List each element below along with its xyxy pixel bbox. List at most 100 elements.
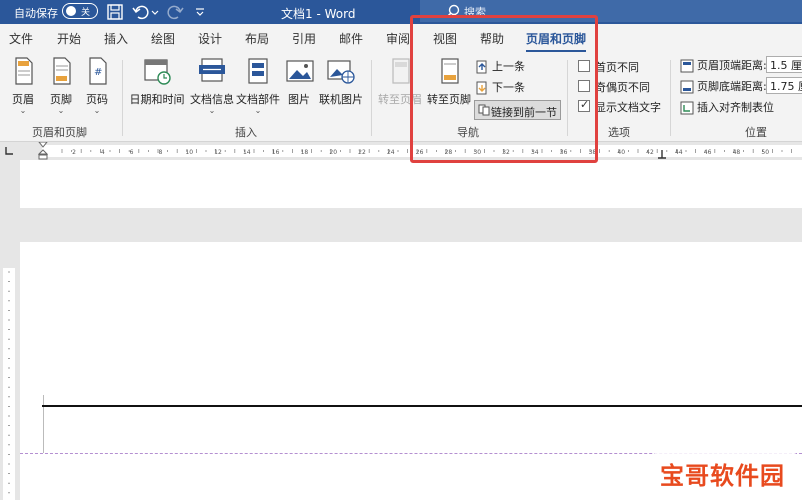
first-page-label: 首页不同 xyxy=(595,61,639,74)
document-title: 文档1 - Word xyxy=(281,7,356,21)
header-distance-row: 页眉顶端距离: xyxy=(680,57,767,75)
undo-dropdown-icon[interactable] xyxy=(150,3,160,21)
ruler-number: 6 xyxy=(130,149,134,156)
show-document-text-label: 显示文档文字 xyxy=(595,101,661,114)
document-info-icon xyxy=(199,58,225,82)
document-info-button[interactable]: 文档信息 ⌄ xyxy=(189,56,235,118)
ruler-number: 20 xyxy=(329,149,337,156)
ruler-number: 46 xyxy=(704,149,712,156)
group-label-insert: 插入 xyxy=(235,126,257,139)
header-icon xyxy=(15,57,33,85)
autosave-state: 关 xyxy=(81,8,91,18)
footer-button[interactable]: 页脚 ⌄ xyxy=(44,56,78,118)
group-label-position: 位置 xyxy=(745,126,767,139)
online-picture-icon xyxy=(327,60,355,84)
horizontal-ruler[interactable]: 2 4 6 8 10 12 14 16 18 20 22 24 26 28 30 32 34 36 38 40 42 44… xyxy=(0,142,802,160)
picture-label: 图片 xyxy=(288,93,310,106)
center-tab-stop-icon[interactable] xyxy=(657,149,667,159)
tab-layout[interactable]: 布局 xyxy=(245,30,269,47)
ruler-number: 22 xyxy=(358,149,366,156)
vertical-ruler[interactable] xyxy=(0,240,18,500)
toggle-knob xyxy=(66,6,76,16)
tab-references[interactable]: 引用 xyxy=(292,30,316,47)
vertical-ruler-ticks xyxy=(8,271,10,494)
footer-border-line xyxy=(42,405,802,407)
page-number-icon: # xyxy=(89,57,107,85)
footer-distance-input[interactable]: 1.75 厘米 xyxy=(766,77,802,94)
ruler-number: 16 xyxy=(272,149,280,156)
tab-mailings[interactable]: 邮件 xyxy=(339,30,363,47)
insert-alignment-tab-label: 插入对齐制表位 xyxy=(697,101,774,114)
redo-icon[interactable] xyxy=(166,3,184,21)
date-time-label: 日期和时间 xyxy=(129,93,185,106)
online-picture-label: 联机图片 xyxy=(319,93,363,106)
chevron-down-icon: ⌄ xyxy=(19,106,27,115)
chevron-down-icon: ⌄ xyxy=(208,106,216,115)
previous-page xyxy=(20,160,802,208)
ruler-number: 44 xyxy=(675,149,683,156)
footer-label: 页脚 xyxy=(50,93,72,106)
margin-guide xyxy=(43,395,44,453)
chevron-down-icon: ⌄ xyxy=(57,106,65,115)
quick-parts-label: 文档部件 xyxy=(236,93,280,106)
footer-distance-icon xyxy=(680,80,694,94)
save-icon[interactable] xyxy=(106,3,124,21)
ruler-number: 40 xyxy=(617,149,625,156)
footer-distance-row: 页脚底端距离: xyxy=(680,78,767,96)
ruler-number: 50 xyxy=(761,149,769,156)
picture-button[interactable]: 图片 xyxy=(284,56,314,118)
group-label-header-footer: 页眉和页脚 xyxy=(32,126,87,139)
odd-even-label: 奇偶页不同 xyxy=(595,81,650,94)
date-time-button[interactable]: 日期和时间 xyxy=(128,56,186,118)
ruler-number: 12 xyxy=(214,149,222,156)
header-button[interactable]: 页眉 ⌄ xyxy=(6,56,40,118)
calendar-clock-icon xyxy=(144,59,171,85)
ruler-number: 8 xyxy=(158,149,162,156)
tab-design[interactable]: 设计 xyxy=(198,30,222,47)
online-picture-button[interactable]: 联机图片 xyxy=(318,56,364,118)
ruler-number: 4 xyxy=(101,149,105,156)
svg-text:#: # xyxy=(94,67,102,78)
site-watermark: 宝哥软件园 xyxy=(654,452,796,490)
alignment-tab-icon xyxy=(680,101,694,115)
ribbon-tabs: 文件 开始 插入 绘图 设计 布局 引用 邮件 审阅 视图 帮助 页眉和页脚 xyxy=(0,24,802,53)
page-number-label: 页码 xyxy=(86,93,108,106)
header-distance-input[interactable]: 1.5 厘米 xyxy=(766,56,802,73)
header-distance-label: 页眉顶端距离: xyxy=(697,59,767,72)
picture-icon xyxy=(286,60,314,82)
ruler-number: 24 xyxy=(387,149,395,156)
quick-parts-button[interactable]: 文档部件 ⌄ xyxy=(236,56,280,118)
ruler-number: 42 xyxy=(646,149,654,156)
undo-icon[interactable] xyxy=(132,3,150,21)
page-number-button[interactable]: # 页码 ⌄ xyxy=(80,56,114,118)
tab-home[interactable]: 开始 xyxy=(57,30,81,47)
footer-icon xyxy=(53,57,71,85)
footer-distance-label: 页脚底端距离: xyxy=(697,80,767,93)
customize-qat-icon[interactable] xyxy=(194,3,206,21)
document-info-label: 文档信息 xyxy=(190,93,234,106)
ruler-number: 2 xyxy=(72,149,76,156)
title-bar: 自动保存 关 文档1 - Word 搜索 xyxy=(0,0,802,24)
tab-file[interactable]: 文件 xyxy=(9,30,33,47)
ruler-number: 10 xyxy=(185,149,193,156)
group-label-options: 选项 xyxy=(608,126,630,139)
autosave-toggle[interactable]: 关 xyxy=(62,3,98,19)
ruler-number: 14 xyxy=(243,149,251,156)
ribbon: 页眉 ⌄ 页脚 ⌄ # 页码 ⌄ 页眉和页脚 日期和时间 文档信息 ⌄ 文档部件… xyxy=(0,52,802,142)
indent-marker-icon[interactable] xyxy=(38,142,48,160)
quick-parts-icon xyxy=(248,58,268,84)
chevron-down-icon: ⌄ xyxy=(93,106,101,115)
chevron-down-icon: ⌄ xyxy=(254,106,262,115)
tab-review[interactable]: 审阅 xyxy=(386,30,410,47)
group-divider xyxy=(371,60,372,136)
ruler-number: 48 xyxy=(733,149,741,156)
tab-insert[interactable]: 插入 xyxy=(104,30,128,47)
ruler-number: 18 xyxy=(301,149,309,156)
header-distance-icon xyxy=(680,59,694,73)
tab-draw[interactable]: 绘图 xyxy=(151,30,175,47)
tab-selector-icon[interactable] xyxy=(4,146,14,156)
insert-alignment-tab-button[interactable]: 插入对齐制表位 xyxy=(680,99,774,117)
group-divider xyxy=(122,60,123,136)
header-label: 页眉 xyxy=(12,93,34,106)
highlight-annotation xyxy=(410,15,598,163)
